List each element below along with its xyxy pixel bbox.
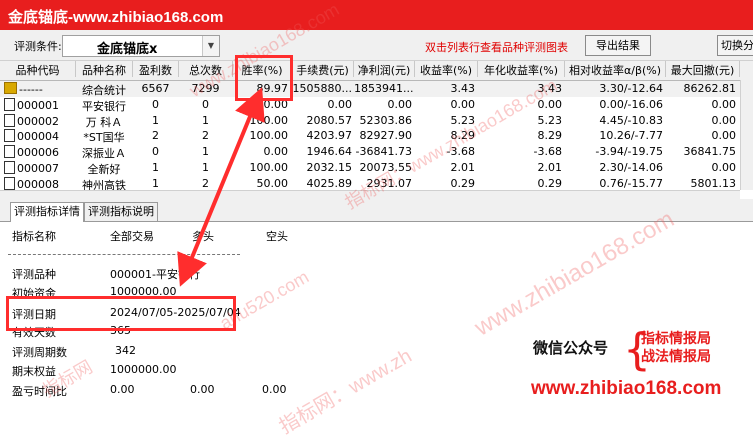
annotation-arrow bbox=[177, 87, 265, 287]
double-arrow-icon bbox=[177, 87, 265, 287]
